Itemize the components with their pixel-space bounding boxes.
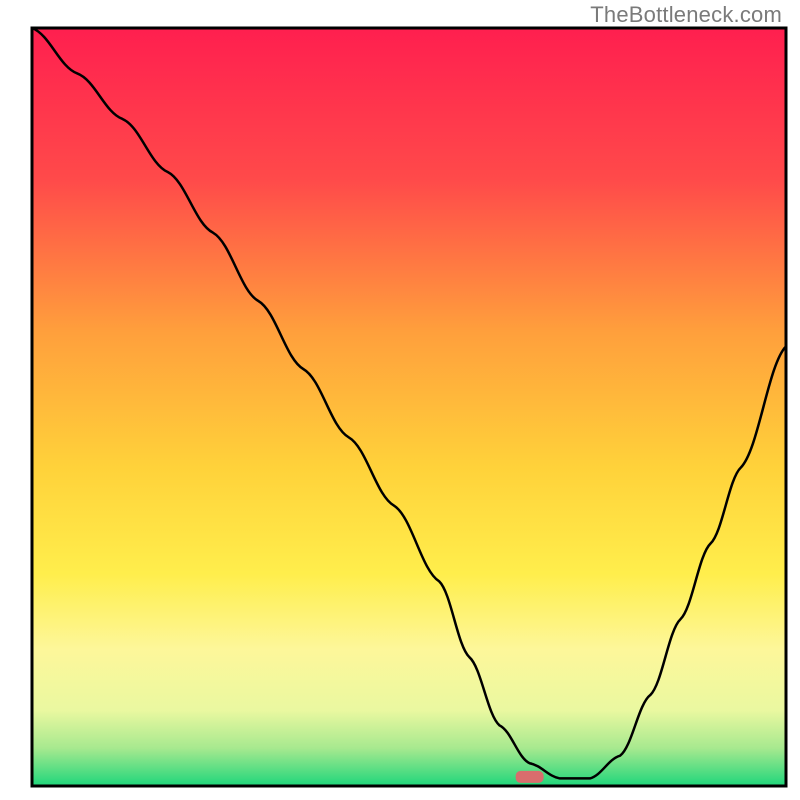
chart-container: TheBottleneck.com [0,0,800,800]
gradient-background [32,28,786,786]
plot-area [32,28,786,786]
watermark-text: TheBottleneck.com [590,2,782,28]
bottleneck-chart [0,0,800,800]
optimal-marker [516,771,544,783]
